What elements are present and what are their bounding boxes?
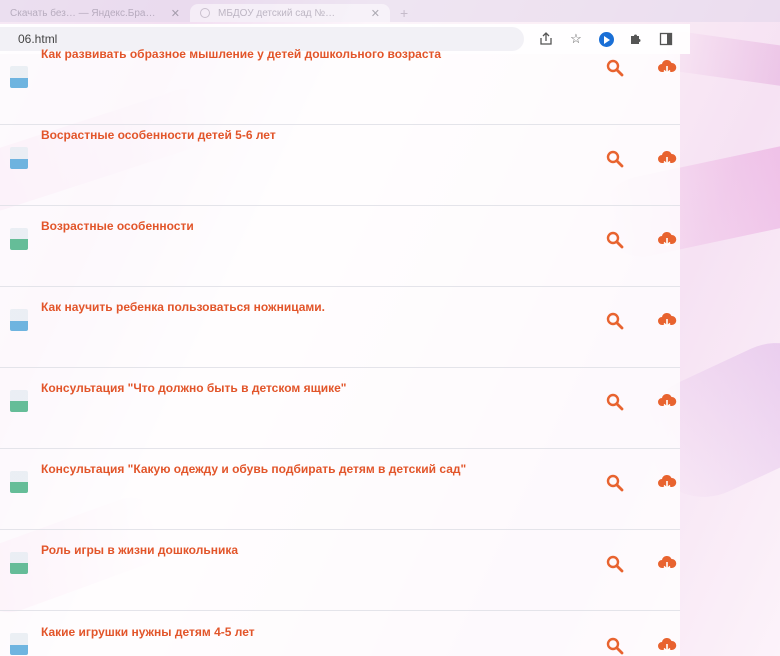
document-icon xyxy=(10,66,28,88)
list-item: Роль игры в жизни дошкольника xyxy=(0,530,680,611)
close-icon[interactable]: ✕ xyxy=(371,7,380,20)
document-icon xyxy=(10,471,28,493)
document-title[interactable]: Какие игрушки нужны детям 4-5 лет xyxy=(41,625,255,639)
globe-icon xyxy=(200,8,210,18)
cloud-download-icon[interactable] xyxy=(657,392,677,412)
search-icon[interactable] xyxy=(605,636,625,656)
document-icon xyxy=(10,390,28,412)
search-icon[interactable] xyxy=(605,311,625,331)
list-item: Как научить ребенка пользоваться ножница… xyxy=(0,287,680,368)
cloud-download-icon[interactable] xyxy=(657,473,677,493)
document-list: Как развивать образное мышление у детей … xyxy=(0,47,680,656)
search-icon[interactable] xyxy=(605,473,625,493)
cloud-download-icon[interactable] xyxy=(657,58,677,78)
browser-tab-title: МБДОУ детский сад №… xyxy=(218,7,336,19)
cloud-download-icon[interactable] xyxy=(657,311,677,331)
cloud-download-icon[interactable] xyxy=(657,554,677,574)
browser-tab-active[interactable]: МБДОУ детский сад №… ✕ xyxy=(190,4,390,22)
search-icon[interactable] xyxy=(605,554,625,574)
list-item: Консультация "Какую одежду и обувь подби… xyxy=(0,449,680,530)
document-title[interactable]: Роль игры в жизни дошкольника xyxy=(41,543,238,557)
document-icon xyxy=(10,147,28,169)
list-item: Восрастные особенности детей 5-6 лет xyxy=(0,125,680,206)
document-icon xyxy=(10,228,28,250)
document-title[interactable]: Консультация "Какую одежду и обувь подби… xyxy=(41,462,466,476)
cloud-download-icon[interactable] xyxy=(657,230,677,250)
list-item: Возрастные особенности xyxy=(0,206,680,287)
browser-tab-title: Скачать без… — Яндекс.Бра… xyxy=(10,7,156,19)
cloud-download-icon[interactable] xyxy=(657,149,677,169)
document-title[interactable]: Как научить ребенка пользоваться ножница… xyxy=(41,300,325,314)
list-item: Консультация "Что должно быть в детском … xyxy=(0,368,680,449)
close-icon[interactable]: ✕ xyxy=(171,7,180,20)
document-title[interactable]: Возрастные особенности xyxy=(41,219,194,233)
cloud-download-icon[interactable] xyxy=(657,636,677,656)
document-icon xyxy=(10,552,28,574)
document-title[interactable]: Как развивать образное мышление у детей … xyxy=(41,47,441,61)
search-icon[interactable] xyxy=(605,392,625,412)
document-title[interactable]: Восрастные особенности детей 5-6 лет xyxy=(41,128,276,142)
new-tab-icon[interactable]: + xyxy=(400,4,408,22)
browser-tab[interactable]: Скачать без… — Яндекс.Бра… ✕ xyxy=(0,4,190,22)
search-icon[interactable] xyxy=(605,149,625,169)
list-item: Какие игрушки нужны детям 4-5 лет xyxy=(0,611,680,656)
search-icon[interactable] xyxy=(605,58,625,78)
list-item: Как развивать образное мышление у детей … xyxy=(0,44,680,125)
browser-tabstrip: Скачать без… — Яндекс.Бра… ✕ МБДОУ детск… xyxy=(0,0,780,22)
document-title[interactable]: Консультация "Что должно быть в детском … xyxy=(41,381,346,395)
document-icon xyxy=(10,309,28,331)
search-icon[interactable] xyxy=(605,230,625,250)
document-icon xyxy=(10,633,28,655)
